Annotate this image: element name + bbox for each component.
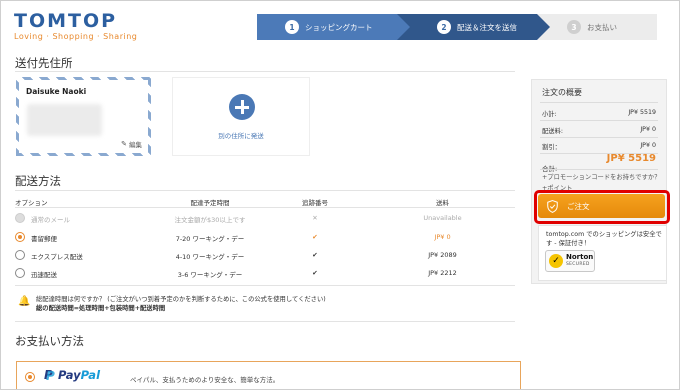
logo-tagline: Loving · Shopping · Sharing bbox=[14, 32, 138, 41]
column-header-option: オプション bbox=[15, 199, 48, 207]
summary-value: JP¥ 0 bbox=[640, 142, 656, 149]
bell-icon: 🔔 bbox=[18, 296, 31, 307]
promo-code-link[interactable]: +プロモーションコードをお持ちですか？ bbox=[542, 172, 661, 181]
step-payment: 3 お支払い bbox=[537, 14, 657, 40]
step-number: 1 bbox=[285, 20, 299, 34]
shipping-section-title: 配送方法 bbox=[15, 174, 61, 188]
order-summary-title: 注文の概要 bbox=[542, 88, 582, 97]
summary-value: JP¥ 5519 bbox=[628, 109, 656, 116]
summary-discount-row: 割引： JP¥ 0 bbox=[542, 142, 656, 151]
summary-value: JP¥ 0 bbox=[640, 126, 656, 133]
divider bbox=[15, 71, 515, 72]
checkout-progress: 1 ショッピングカート 2 配送＆注文を送信 3 お支払い bbox=[257, 14, 657, 40]
shipping-cost: Unavailable bbox=[423, 214, 462, 222]
note-line-2: 総の配送時間=処理時間+包装時間+配送時間 bbox=[36, 305, 166, 312]
divider bbox=[15, 285, 515, 286]
step-number: 3 bbox=[567, 20, 581, 34]
tracking-check-icon: ✔ bbox=[312, 251, 318, 259]
place-order-button[interactable]: ご注文 bbox=[538, 194, 665, 218]
checkout-page: TOMTOP Loving · Shopping · Sharing 1 ショッ… bbox=[0, 0, 680, 390]
norton-secured-badge[interactable]: ✓ Norton SECURED bbox=[545, 250, 595, 272]
summary-subtotal-row: 小計: JP¥ 5519 bbox=[542, 109, 656, 118]
divider bbox=[540, 102, 658, 103]
tracking-cross-icon: ✕ bbox=[312, 214, 318, 222]
shipping-cost: JP¥ 2089 bbox=[428, 251, 457, 259]
shield-check-icon bbox=[547, 199, 558, 213]
total-value: JP¥ 5519 bbox=[606, 153, 656, 164]
address-card-selected[interactable]: Daisuke Naoki ✎ 編集 bbox=[16, 77, 151, 156]
paypal-logo: PP PayPal bbox=[44, 368, 100, 382]
delivery-time-note: 🔔 総配達時間は何ですか？ (ご注文がいつ到着予定のかを判断するために、この公式… bbox=[18, 295, 326, 313]
shipping-method-name: 書留郵便 bbox=[31, 235, 57, 243]
paypal-p-icon: PP bbox=[44, 367, 55, 383]
norton-check-icon: ✓ bbox=[549, 254, 563, 268]
divider bbox=[540, 169, 658, 170]
secure-shopping-text: tomtop.com でのショッピングは安全です - 保証付き！ bbox=[546, 231, 662, 247]
delivery-time: 3-6 ワーキング・デー bbox=[177, 271, 243, 279]
address-section-title: 送付先住所 bbox=[15, 56, 73, 70]
plus-icon bbox=[229, 94, 255, 120]
delivery-time: 7-20 ワーキング・デー bbox=[175, 235, 245, 243]
tomtop-logo[interactable]: TOMTOP Loving · Shopping · Sharing bbox=[14, 11, 137, 41]
paypal-option[interactable]: PP PayPal ペイパル、支払うためのより安全な、簡単な方法。 bbox=[16, 361, 521, 389]
edit-label: 編集 bbox=[129, 141, 142, 149]
summary-label: 小計: bbox=[542, 111, 557, 118]
delivery-time: 注文金額が$30以上です bbox=[174, 216, 246, 224]
divider bbox=[15, 207, 515, 208]
summary-label: 割引： bbox=[542, 144, 561, 151]
shipping-option-row: 通常のメール 注文金額が$30以上です ✕ Unavailable bbox=[15, 210, 505, 228]
summary-label: 配送料: bbox=[542, 128, 564, 135]
payment-section-title: お支払い方法 bbox=[15, 334, 84, 348]
summary-shipping-row: 配送料: JP¥ 0 bbox=[542, 126, 656, 135]
column-header-cost: 送料 bbox=[436, 199, 449, 207]
shipping-radio[interactable] bbox=[15, 268, 25, 278]
norton-secured-label: SECURED bbox=[566, 262, 590, 267]
column-header-tracking: 追跡番号 bbox=[302, 199, 328, 207]
place-order-label: ご注文 bbox=[567, 201, 590, 211]
step-label: お支払い bbox=[587, 22, 617, 32]
shipping-method-name: 迅速配送 bbox=[31, 271, 57, 279]
delivery-time: 4-10 ワーキング・デー bbox=[175, 253, 245, 261]
divider bbox=[15, 190, 515, 191]
secure-shopping-box: tomtop.com でのショッピングは安全です - 保証付き！ ✓ Norto… bbox=[538, 225, 667, 281]
divider bbox=[15, 321, 515, 322]
shipping-method-name: 通常のメール bbox=[31, 216, 70, 224]
divider bbox=[540, 137, 658, 138]
shipping-option-row[interactable]: 書留郵便 7-20 ワーキング・デー ✔ JP¥ 0 bbox=[15, 229, 505, 247]
shipping-method-name: エクスプレス配送 bbox=[31, 253, 83, 261]
address-recipient-name: Daisuke Naoki bbox=[26, 87, 87, 96]
shipping-radio bbox=[15, 213, 25, 223]
note-line-1: 総配達時間は何ですか？ (ご注文がいつ到着予定のかを判断するために、この公式を使… bbox=[36, 296, 326, 303]
divider bbox=[540, 120, 658, 121]
paypal-wordmark: PayPal bbox=[58, 368, 101, 382]
logo-wordmark: TOMTOP bbox=[14, 10, 118, 32]
shipping-option-row[interactable]: エクスプレス配送 4-10 ワーキング・デー ✔ JP¥ 2089 bbox=[15, 247, 505, 265]
column-header-delivery-time: 配達予定時間 bbox=[190, 199, 230, 207]
shipping-radio[interactable] bbox=[15, 250, 25, 260]
shipping-option-row[interactable]: 迅速配送 3-6 ワーキング・デー ✔ JP¥ 2212 bbox=[15, 265, 505, 283]
step-shipping: 2 配送＆注文を送信 bbox=[397, 14, 550, 40]
address-details-redacted bbox=[27, 104, 102, 136]
edit-address-link[interactable]: ✎ 編集 bbox=[121, 139, 142, 149]
shipping-cost: JP¥ 2212 bbox=[428, 269, 457, 277]
paypal-radio-selected[interactable] bbox=[25, 372, 35, 382]
shipping-radio-selected[interactable] bbox=[15, 232, 25, 242]
step-label: 配送＆注文を送信 bbox=[457, 22, 517, 32]
add-address-label: 別の住所に発送 bbox=[218, 132, 264, 140]
step-label: ショッピングカート bbox=[305, 22, 373, 32]
norton-name: Norton bbox=[566, 253, 594, 261]
paypal-description: ペイパル、支払うためのより安全な、簡単な方法。 bbox=[130, 376, 280, 384]
step-number: 2 bbox=[437, 20, 451, 34]
tracking-check-icon: ✔ bbox=[312, 233, 318, 241]
add-address-card[interactable]: 別の住所に発送 bbox=[172, 77, 310, 156]
step-cart[interactable]: 1 ショッピングカート bbox=[257, 14, 410, 40]
tracking-check-icon: ✔ bbox=[312, 269, 318, 277]
pencil-icon: ✎ bbox=[121, 140, 127, 148]
shipping-cost: JP¥ 0 bbox=[434, 233, 451, 241]
